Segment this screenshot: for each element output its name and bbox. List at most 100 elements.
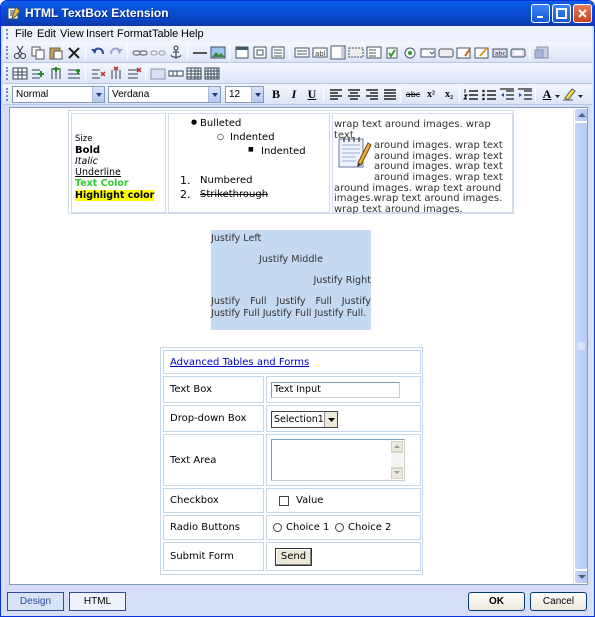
delete-row-icon[interactable] [90, 66, 106, 81]
strikethrough-button[interactable]: abc [404, 87, 422, 102]
text-box-label: Text Box [163, 376, 264, 403]
merge-cells-icon[interactable] [150, 66, 166, 81]
font-color-button[interactable]: A [539, 87, 555, 102]
minimize-button[interactable] [531, 4, 550, 23]
form-icon[interactable] [294, 45, 310, 60]
highlight-dropdown-icon[interactable] [577, 87, 584, 102]
align-justify-icon[interactable] [382, 87, 398, 102]
textarea-field-icon[interactable] [330, 45, 346, 60]
image-button-icon[interactable]: abc [492, 45, 508, 60]
listbox-icon[interactable] [366, 45, 382, 60]
textbox-field-icon[interactable]: abl [312, 45, 328, 60]
highlight-icon[interactable] [561, 87, 577, 102]
title-bar[interactable]: HTML TextBox Extension [1, 1, 594, 26]
scroll-thumb[interactable] [574, 122, 587, 570]
delete-column-icon[interactable] [108, 66, 124, 81]
separator [145, 66, 146, 81]
close-button[interactable] [573, 4, 592, 23]
undo-icon[interactable] [90, 45, 106, 60]
html-tab[interactable]: HTML [69, 592, 126, 611]
cut-icon[interactable] [12, 45, 28, 60]
font-color-dropdown-icon[interactable] [554, 87, 561, 102]
menu-help[interactable]: Help [181, 27, 204, 41]
delete-icon[interactable] [66, 45, 82, 60]
hyperlink-icon[interactable] [132, 45, 148, 60]
maximize-button[interactable] [552, 4, 571, 23]
design-editor[interactable]: Size Bold Italic Underline Text Color Hi… [9, 107, 588, 585]
scroll-down-icon[interactable] [574, 570, 587, 584]
style-select[interactable]: Normal [12, 86, 105, 103]
bulleted-list-icon[interactable] [481, 87, 497, 102]
menu-file[interactable]: File [15, 27, 33, 41]
redo-icon[interactable] [108, 45, 124, 60]
submit-button-icon[interactable] [510, 45, 526, 60]
separator [85, 45, 86, 60]
subscript-button[interactable]: x₂ [441, 87, 457, 102]
outdent-icon[interactable] [499, 87, 515, 102]
send-button[interactable]: Send [275, 548, 312, 566]
horizontal-rule-icon[interactable] [192, 45, 208, 60]
separator [529, 45, 530, 60]
ok-button[interactable]: OK [468, 592, 525, 611]
bullet-dot: ● [191, 118, 198, 126]
hidden-field-icon[interactable] [348, 45, 364, 60]
properties-icon[interactable] [534, 45, 550, 60]
menu-bar: File Edit View Insert Format Table Help [3, 26, 592, 42]
italic-button[interactable]: I [286, 87, 302, 102]
menu-edit[interactable]: Edit [37, 27, 56, 41]
value-checkbox[interactable] [279, 496, 289, 506]
insert-table-icon[interactable] [12, 66, 28, 81]
size-text: Size [75, 134, 93, 144]
choice-2-radio[interactable] [335, 523, 344, 532]
superscript-button[interactable]: x² [423, 87, 439, 102]
radio-label: Radio Buttons [163, 515, 264, 540]
layer-icon[interactable] [252, 45, 268, 60]
editor-scrollbar[interactable] [573, 108, 587, 584]
insert-row-icon[interactable] [30, 66, 46, 81]
scroll-up-icon[interactable] [574, 108, 587, 122]
text-input[interactable]: Text Input [271, 382, 400, 398]
insert-cell-icon[interactable] [66, 66, 82, 81]
cancel-button[interactable]: Cancel [530, 592, 587, 611]
selection-dropdown[interactable]: Selection1 [271, 411, 338, 428]
underline-button[interactable]: U [304, 87, 320, 102]
number-2: 2. [180, 188, 191, 201]
menu-table[interactable]: Table [152, 27, 178, 41]
copy-icon[interactable] [30, 45, 46, 60]
frame-icon[interactable] [234, 45, 250, 60]
delete-cell-icon[interactable] [126, 66, 142, 81]
close-icon [578, 9, 587, 18]
paste-icon[interactable] [48, 45, 64, 60]
anchor-icon[interactable] [168, 45, 184, 60]
checkbox-field-icon[interactable] [384, 45, 400, 60]
table-properties-icon[interactable] [186, 66, 202, 81]
insert-image-icon[interactable] [210, 45, 226, 60]
numbered-list-icon[interactable] [463, 87, 479, 102]
align-center-icon[interactable] [346, 87, 362, 102]
advanced-tables-link[interactable]: Advanced Tables and Forms [170, 357, 309, 368]
align-right-icon[interactable] [364, 87, 380, 102]
radio-field-icon[interactable] [402, 45, 418, 60]
font-select[interactable]: Verdana [108, 86, 221, 103]
design-tab[interactable]: Design [7, 592, 64, 611]
menu-format[interactable]: Format [117, 27, 152, 41]
edit-field-icon[interactable] [456, 45, 472, 60]
align-left-icon[interactable] [328, 87, 344, 102]
bold-text: Bold [75, 145, 101, 156]
text-area[interactable] [271, 439, 405, 481]
button-field-icon[interactable] [438, 45, 454, 60]
indent-icon[interactable] [517, 87, 533, 102]
menu-insert[interactable]: Insert [86, 27, 114, 41]
unlink-icon[interactable] [150, 45, 166, 60]
split-cell-icon[interactable] [168, 66, 184, 81]
dropdown-field-icon[interactable] [420, 45, 436, 60]
marquee-icon[interactable] [270, 45, 286, 60]
bold-button[interactable]: B [268, 87, 284, 102]
menu-view[interactable]: View [60, 27, 84, 41]
insert-column-icon[interactable] [48, 66, 64, 81]
size-select[interactable]: 12 [225, 86, 264, 103]
cell-properties-icon[interactable] [204, 66, 220, 81]
textarea-scrollbar[interactable] [390, 440, 404, 480]
choice-1-radio[interactable] [273, 523, 282, 532]
pencil-icon[interactable] [474, 45, 490, 60]
